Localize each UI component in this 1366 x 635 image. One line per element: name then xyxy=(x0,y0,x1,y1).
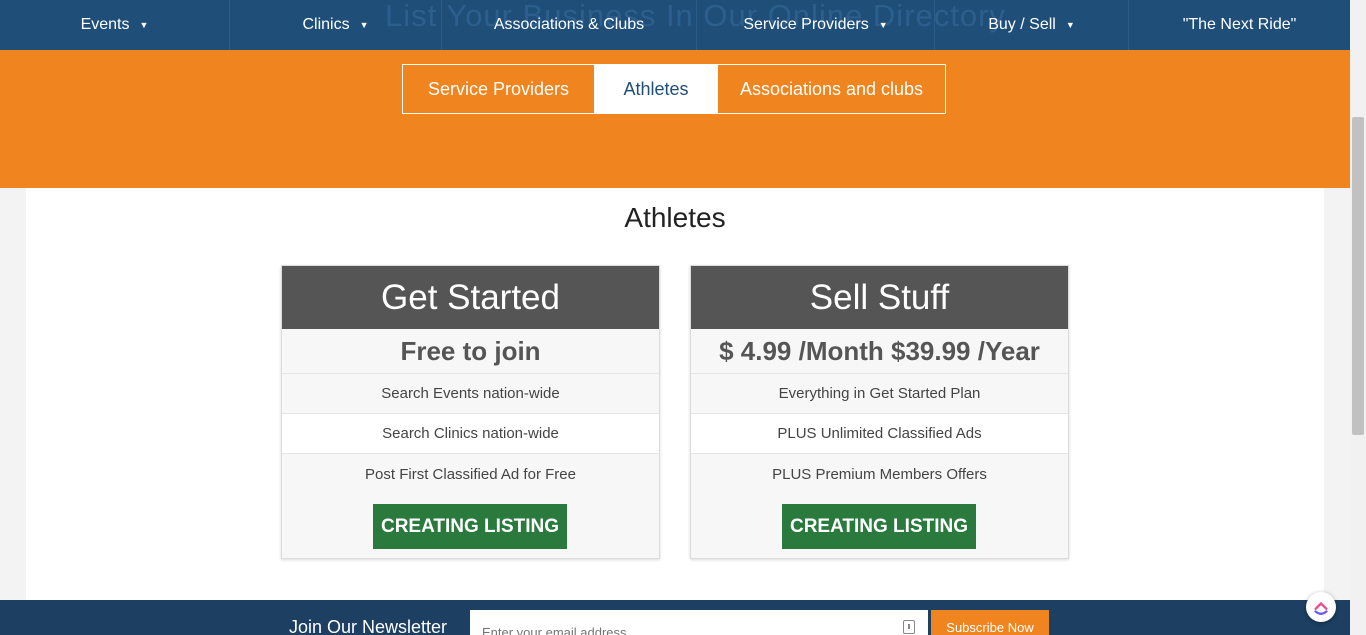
nav-item-label: Service Providers xyxy=(743,16,869,33)
top-navigation: List Your Business In Our Online Directo… xyxy=(0,0,1350,50)
tab-associations-clubs[interactable]: Associations and clubs xyxy=(718,65,945,113)
plan-card-sell-stuff: Sell Stuff $ 4.99 /Month $39.99 /Year Ev… xyxy=(690,265,1069,559)
pricing-section: Athletes Get Started Free to join Search… xyxy=(26,188,1324,600)
nav-item-label: Clinics xyxy=(302,16,350,33)
create-listing-button[interactable]: CREATING LISTING xyxy=(373,504,567,549)
plan-name: Sell Stuff xyxy=(691,266,1068,329)
newsletter-footer: Join Our Newsletter Subscribe Now xyxy=(0,600,1350,635)
help-widget-button[interactable] xyxy=(1306,592,1336,622)
plan-price: Free to join xyxy=(282,329,659,374)
nav-menu: Events ▼ Clinics ▼ Associations & Clubs … xyxy=(0,0,1350,50)
nav-item-label: Buy / Sell xyxy=(988,16,1056,33)
plan-card-get-started: Get Started Free to join Search Events n… xyxy=(281,265,660,559)
nav-item-clinics[interactable]: Clinics ▼ xyxy=(230,0,442,50)
nav-item-label: "The Next Ride" xyxy=(1182,16,1297,33)
caret-down-icon: ▼ xyxy=(359,20,369,30)
nav-item-associations-clubs[interactable]: Associations & Clubs xyxy=(442,0,697,50)
plan-feature: PLUS Unlimited Classified Ads xyxy=(691,414,1068,454)
hero-banner: Service Providers Athletes Associations … xyxy=(0,50,1350,188)
create-listing-button[interactable]: CREATING LISTING xyxy=(782,504,976,549)
nav-item-label: Associations & Clubs xyxy=(493,16,645,33)
page-scrollbar[interactable] xyxy=(1350,0,1366,635)
nav-item-buy-sell[interactable]: Buy / Sell ▼ xyxy=(935,0,1129,50)
plan-feature: Search Clinics nation-wide xyxy=(282,414,659,454)
nav-item-label: Events xyxy=(80,16,130,33)
newsletter-label: Join Our Newsletter xyxy=(289,617,448,635)
caret-down-icon: ▼ xyxy=(139,20,149,30)
tab-athletes[interactable]: Athletes xyxy=(594,65,718,113)
autofill-icon[interactable] xyxy=(903,620,915,634)
tab-service-providers[interactable]: Service Providers xyxy=(403,65,594,113)
section-title: Athletes xyxy=(624,202,726,233)
plan-feature: Everything in Get Started Plan xyxy=(691,374,1068,414)
scrollbar-thumb[interactable] xyxy=(1352,117,1364,435)
help-widget-icon xyxy=(1314,602,1328,615)
plan-feature: Post First Classified Ad for Free xyxy=(365,465,576,483)
nav-item-next-ride[interactable]: "The Next Ride" xyxy=(1129,0,1350,50)
plan-feature: Search Events nation-wide xyxy=(282,374,659,414)
nav-item-service-providers[interactable]: Service Providers ▼ xyxy=(697,0,935,50)
caret-down-icon: ▼ xyxy=(1065,20,1075,30)
nav-item-events[interactable]: Events ▼ xyxy=(0,0,230,50)
newsletter-email-input[interactable] xyxy=(470,610,928,635)
category-tabs: Service Providers Athletes Associations … xyxy=(402,64,946,114)
subscribe-button[interactable]: Subscribe Now xyxy=(931,610,1049,635)
plan-feature: PLUS Premium Members Offers xyxy=(772,465,987,483)
plan-price: $ 4.99 /Month $39.99 /Year xyxy=(691,329,1068,374)
caret-down-icon: ▼ xyxy=(878,20,888,30)
plan-name: Get Started xyxy=(282,266,659,329)
